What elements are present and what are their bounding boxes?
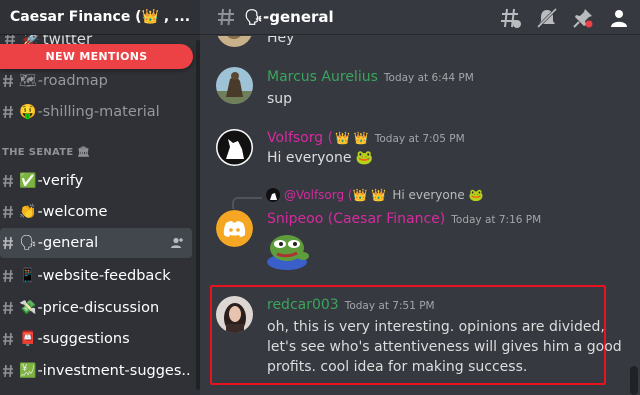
channel-label: -roadmap — [37, 73, 108, 89]
avatar[interactable] — [216, 67, 253, 104]
discord-logo-icon — [223, 221, 246, 237]
avatar[interactable] — [216, 36, 253, 47]
header-toolbar — [486, 7, 630, 29]
message-timestamp: Today at 6:44 PM — [383, 72, 474, 84]
avatar[interactable] — [216, 296, 253, 333]
add-member-icon[interactable] — [170, 236, 184, 250]
pepe-sticker[interactable] — [265, 232, 311, 270]
server-header[interactable]: Caesar Finance (👑 , ... — [0, 0, 200, 35]
category-the-senate[interactable]: THE SENATE 🏛 — [2, 147, 90, 158]
money-wings-icon: 💸 — [19, 300, 37, 316]
map-icon: 🗺 — [19, 73, 37, 89]
channel-item-suggestions[interactable]: 📮 -suggestions — [0, 324, 192, 354]
chat-scrollbar[interactable] — [630, 366, 638, 395]
channel-sidebar: Caesar Finance (👑 , ... 🚀 twitter NEW ME… — [0, 0, 200, 395]
channel-title: 🗣-general — [244, 8, 334, 26]
check-mark-icon: ✅ — [19, 173, 37, 189]
reply-author: @Volfsorg (👑 👑 — [284, 188, 387, 202]
hashtag-icon — [3, 74, 13, 88]
reply-connector — [232, 197, 262, 209]
avatar[interactable] — [216, 129, 253, 166]
message-author[interactable]: Marcus Aurelius Today at 6:44 PM — [267, 69, 474, 85]
message-timestamp: Today at 7:05 PM — [374, 133, 465, 145]
new-mentions-button[interactable]: NEW MENTIONS — [0, 44, 193, 69]
channel-label: -website-feedback — [37, 268, 171, 284]
message-text-line: oh, this is very interesting. opinions a… — [267, 319, 605, 335]
channel-item-roadmap[interactable]: 🗺 -roadmap — [0, 66, 192, 96]
hashtag-icon — [3, 364, 13, 378]
channel-item-general[interactable]: 🗣 -general — [0, 228, 192, 258]
channel-item-investment-suggestions[interactable]: 💹 -investment-sugges... — [0, 356, 192, 386]
speaking-head-icon: 🗣 — [19, 235, 37, 251]
channel-header: 🗣-general — [200, 0, 640, 35]
server-name: Caesar Finance (👑 , ... — [10, 9, 191, 25]
channel-label: -general — [37, 235, 99, 251]
channel-label: -investment-sugges... — [37, 363, 192, 379]
mute-icon[interactable] — [536, 7, 558, 29]
hashtag-icon — [3, 332, 13, 346]
chart-increasing-icon: 💹 — [19, 363, 37, 379]
channel-label: -verify — [37, 173, 84, 189]
channel-label: -suggestions — [37, 331, 130, 347]
pin-icon[interactable] — [572, 7, 594, 29]
message-text-line: let's see who's attentiveness will gives… — [267, 339, 622, 355]
threads-icon[interactable] — [500, 7, 522, 29]
crown-badge-icon: 👑 👑 — [335, 131, 369, 145]
reply-preview[interactable]: @Volfsorg (👑 👑 Hi everyone 🐸 — [266, 188, 483, 202]
mobile-phone-icon: 📱 — [19, 268, 37, 284]
channel-item-welcome[interactable]: 👏 -welcome — [0, 197, 192, 227]
channel-item-website-feedback[interactable]: 📱 -website-feedback — [0, 261, 192, 291]
channel-item-verify[interactable]: ✅ -verify — [0, 166, 192, 196]
channel-label: -shilling-material — [37, 104, 160, 120]
avatar[interactable] — [216, 210, 253, 247]
message-author[interactable]: redcar003 Today at 7:51 PM — [267, 297, 435, 313]
channel-item-shilling-material[interactable]: 🤑 -shilling-material — [0, 97, 192, 127]
hashtag-icon — [218, 8, 234, 26]
hashtag-icon — [3, 174, 13, 188]
members-icon[interactable] — [608, 7, 630, 29]
channel-label: -price-discussion — [37, 300, 160, 316]
message-text-line: profits. cool idea for making success. — [267, 359, 528, 375]
message-timestamp: Today at 7:16 PM — [451, 214, 542, 226]
hashtag-icon — [3, 205, 13, 219]
reply-text: Hi everyone 🐸 — [392, 188, 484, 202]
channel-label: -welcome — [37, 204, 108, 220]
message-text: Hey — [267, 36, 295, 46]
message-text: Hi everyone 🐸 — [267, 150, 374, 166]
message-author[interactable]: Snipeoo (Caesar Finance) Today at 7:16 PM — [267, 211, 541, 227]
mailbox-icon: 📮 — [19, 331, 37, 347]
message-author[interactable]: Volfsorg (👑 👑 Today at 7:05 PM — [267, 130, 465, 146]
message-timestamp: Today at 7:51 PM — [344, 300, 435, 312]
reply-avatar — [266, 188, 280, 202]
message-list: Hey Marcus Aurelius Today at 6:44 PM sup … — [200, 36, 640, 395]
hashtag-icon — [3, 301, 13, 315]
hashtag-icon — [3, 269, 13, 283]
money-face-icon: 🤑 — [19, 104, 37, 120]
hashtag-icon — [3, 105, 13, 119]
message-text: sup — [267, 91, 293, 107]
hashtag-icon — [3, 236, 13, 250]
clapping-hands-icon: 👏 — [19, 204, 37, 220]
channel-item-price-discussion[interactable]: 💸 -price-discussion — [0, 293, 192, 323]
